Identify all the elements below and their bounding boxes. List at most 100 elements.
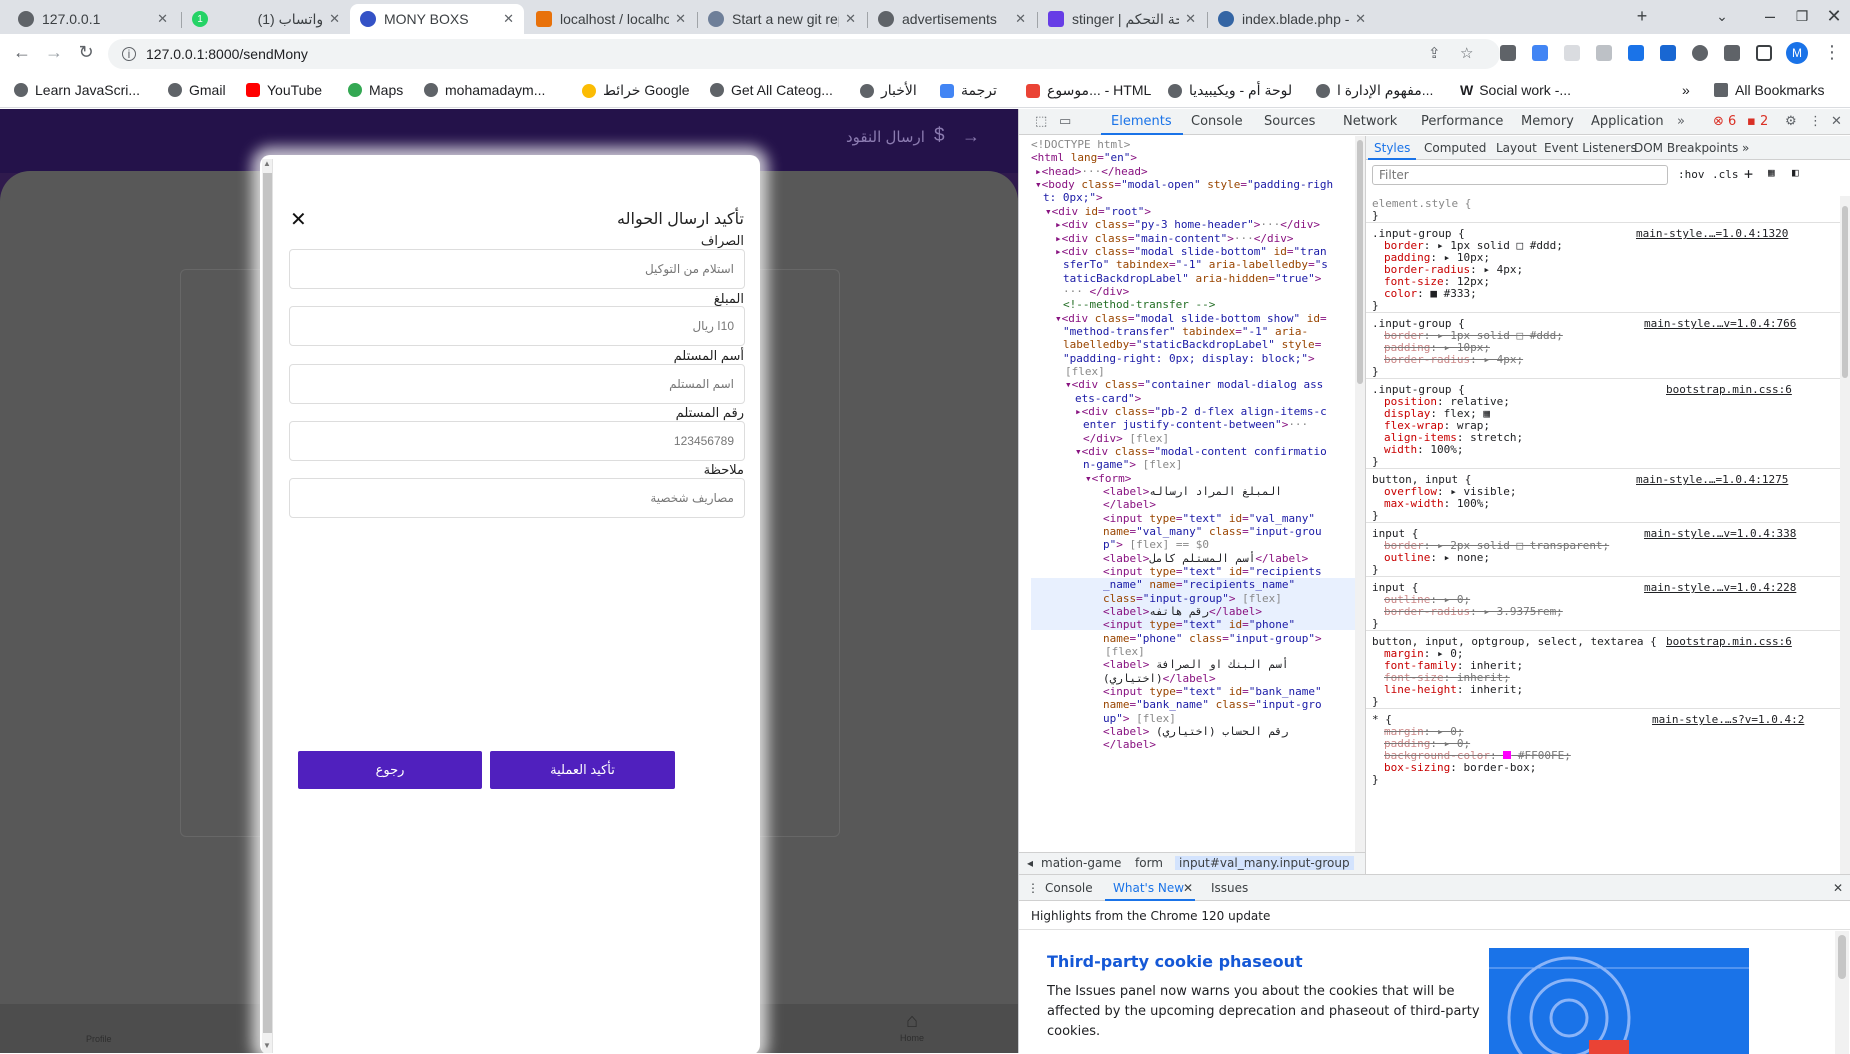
bookmark[interactable]: موسوع... - HTML bbox=[1026, 82, 1151, 99]
address-bar[interactable]: i 127.0.0.1:8000/sendMony bbox=[108, 39, 1500, 69]
paint-icon[interactable]: ▦ bbox=[1768, 166, 1775, 179]
dom-scrollbar[interactable] bbox=[1355, 136, 1365, 852]
extension-icon[interactable] bbox=[1692, 45, 1708, 61]
extension-icon[interactable] bbox=[1596, 45, 1612, 61]
event-listeners-tab[interactable]: Event Listeners bbox=[1544, 141, 1637, 155]
extension-icon[interactable] bbox=[1500, 45, 1516, 61]
devtools-tab-network[interactable]: Network bbox=[1343, 114, 1397, 129]
bookmark[interactable]: Maps bbox=[348, 82, 403, 98]
site-info-icon[interactable]: i bbox=[122, 47, 136, 61]
styles-scrollbar[interactable] bbox=[1840, 196, 1850, 874]
arrow-right-icon[interactable]: → bbox=[962, 126, 980, 147]
cls-toggle[interactable]: .cls bbox=[1712, 168, 1739, 181]
profile-avatar[interactable]: M bbox=[1786, 42, 1808, 64]
all-bookmarks-folder[interactable]: All Bookmarks bbox=[1714, 82, 1824, 98]
breadcrumb-arrow-icon[interactable]: ◂ bbox=[1027, 856, 1033, 870]
amount-input[interactable]: 10ا ريال bbox=[289, 306, 745, 346]
back-icon[interactable]: ← bbox=[10, 42, 34, 63]
devtools-tab-application[interactable]: Application bbox=[1591, 114, 1664, 129]
window-close-icon[interactable]: ✕ bbox=[1822, 6, 1846, 27]
modal-scrollbar[interactable]: ▲ ▼ bbox=[262, 159, 273, 1053]
drawer-menu-icon[interactable]: ⋮ bbox=[1027, 881, 1039, 895]
computed-tab[interactable]: Computed bbox=[1424, 141, 1486, 155]
hov-toggle[interactable]: :hov bbox=[1678, 168, 1705, 181]
breadcrumb-item[interactable]: mation-game bbox=[1041, 856, 1121, 870]
breadcrumb-item-selected[interactable]: input#val_many.input-group bbox=[1175, 856, 1354, 870]
sidebar-toggle-icon[interactable]: ◧ bbox=[1792, 166, 1799, 179]
styles-tab[interactable]: Styles bbox=[1374, 141, 1410, 155]
shield-icon[interactable] bbox=[1628, 45, 1644, 61]
devtools-close-icon[interactable]: ✕ bbox=[1831, 114, 1842, 129]
inspect-icon[interactable]: ⬚ bbox=[1035, 114, 1047, 129]
more-tabs-icon[interactable]: » bbox=[1742, 141, 1749, 155]
recipient-name-input[interactable]: اسم المستلم bbox=[289, 364, 745, 404]
browser-tab-active[interactable]: MONY BOXS ✕ bbox=[350, 4, 524, 34]
share-icon[interactable]: ⇪ bbox=[1428, 44, 1441, 62]
bookmark[interactable]: Get All Cateog... bbox=[710, 82, 833, 98]
translate-icon[interactable] bbox=[1532, 45, 1548, 61]
side-panel-icon[interactable] bbox=[1756, 45, 1772, 61]
devtools-tab-memory[interactable]: Memory bbox=[1521, 114, 1574, 129]
browser-tab[interactable]: 127.0.0.1 ✕ bbox=[8, 4, 178, 34]
devtools-tab-elements[interactable]: Elements bbox=[1111, 114, 1172, 129]
tab-search-icon[interactable]: ⌄ bbox=[1710, 8, 1734, 25]
puzzle-icon[interactable] bbox=[1660, 45, 1676, 61]
nav-home[interactable]: ⌂ Home bbox=[900, 1010, 924, 1043]
devtools-tab-console[interactable]: Console bbox=[1191, 114, 1243, 129]
devtools-tab-performance[interactable]: Performance bbox=[1421, 114, 1503, 129]
close-icon[interactable]: ✕ bbox=[329, 11, 340, 27]
drawer-tab-console[interactable]: Console bbox=[1045, 881, 1093, 895]
more-bookmarks-icon[interactable]: » bbox=[1682, 82, 1690, 98]
browser-tab[interactable]: Start a new git repo ✕ bbox=[698, 4, 866, 34]
close-icon[interactable]: ✕ bbox=[1185, 11, 1196, 27]
bookmark[interactable]: مفهوم الإدارة ا... bbox=[1316, 82, 1433, 99]
drawer-tab-whats-new[interactable]: What's New bbox=[1113, 881, 1184, 895]
close-icon[interactable]: ✕ bbox=[1183, 881, 1193, 895]
more-tabs-icon[interactable]: » bbox=[1677, 114, 1685, 129]
bookmark[interactable]: Gmail bbox=[168, 82, 226, 98]
nav-profile[interactable]: Profile bbox=[86, 1034, 112, 1044]
layout-tab[interactable]: Layout bbox=[1496, 141, 1537, 155]
bookmark-star-icon[interactable]: ☆ bbox=[1460, 44, 1473, 62]
bookmark[interactable]: لوحة أم - ويكيبيديا bbox=[1168, 82, 1292, 99]
drawer-scrollbar[interactable] bbox=[1835, 931, 1849, 1054]
restore-icon[interactable]: ❐ bbox=[1790, 8, 1814, 25]
recipient-phone-input[interactable]: 123456789 bbox=[289, 421, 745, 461]
warning-count-badge[interactable]: ▪ 2 bbox=[1747, 114, 1768, 129]
error-count-badge[interactable]: ⊗ 6 bbox=[1713, 114, 1736, 129]
browser-tab[interactable]: index.blade.php - c ✕ bbox=[1208, 4, 1376, 34]
close-icon[interactable]: ✕ bbox=[675, 11, 686, 27]
minimize-icon[interactable]: – bbox=[1758, 6, 1782, 27]
back-button[interactable]: رجوع bbox=[298, 751, 482, 789]
close-icon[interactable]: ✕ bbox=[845, 11, 856, 27]
bookmark[interactable]: mohamadaym... bbox=[424, 82, 545, 98]
close-icon[interactable]: ✕ bbox=[503, 11, 514, 27]
drawer-tab-issues[interactable]: Issues bbox=[1211, 881, 1248, 895]
breadcrumb-item[interactable]: form bbox=[1135, 856, 1163, 870]
close-icon[interactable]: ✕ bbox=[1015, 11, 1026, 27]
exchanger-input[interactable]: استلام من التوكيل bbox=[289, 249, 745, 289]
whats-new-link[interactable]: Third-party cookie phaseout bbox=[1047, 952, 1303, 971]
styles-filter-input[interactable]: Filter bbox=[1372, 165, 1668, 185]
close-icon[interactable]: ✕ bbox=[290, 207, 307, 232]
bookmark[interactable]: خرائط Google bbox=[582, 82, 690, 99]
dom-tree[interactable]: <!DOCTYPE html> <html lang="en"> ▸<head>… bbox=[1019, 136, 1355, 852]
close-icon[interactable]: ✕ bbox=[157, 11, 168, 27]
devtools-menu-icon[interactable]: ⋮ bbox=[1809, 114, 1822, 129]
note-input[interactable]: مصاريف شخصية bbox=[289, 478, 745, 518]
forward-icon[interactable]: → bbox=[42, 42, 66, 63]
drawer-close-icon[interactable]: ✕ bbox=[1833, 881, 1843, 895]
bookmark[interactable]: Learn JavaScri... bbox=[14, 82, 140, 98]
browser-tab[interactable]: localhost / localhos ✕ bbox=[526, 4, 696, 34]
bookmark[interactable]: W Social work -... bbox=[1460, 82, 1571, 98]
close-icon[interactable]: ✕ bbox=[1355, 11, 1366, 27]
add-rule-icon[interactable]: + bbox=[1744, 165, 1753, 183]
new-tab-button[interactable]: + bbox=[1630, 6, 1654, 27]
settings-icon[interactable]: ⚙ bbox=[1785, 114, 1797, 129]
bookmark[interactable]: YouTube bbox=[246, 82, 322, 98]
device-toolbar-icon[interactable]: ▭ bbox=[1059, 114, 1071, 129]
extensions-menu-icon[interactable] bbox=[1724, 45, 1740, 61]
dom-breakpoints-tab[interactable]: DOM Breakpoints bbox=[1634, 141, 1738, 155]
bookmark[interactable]: ترجمة bbox=[940, 82, 997, 99]
reload-icon[interactable]: ↻ bbox=[74, 42, 98, 63]
